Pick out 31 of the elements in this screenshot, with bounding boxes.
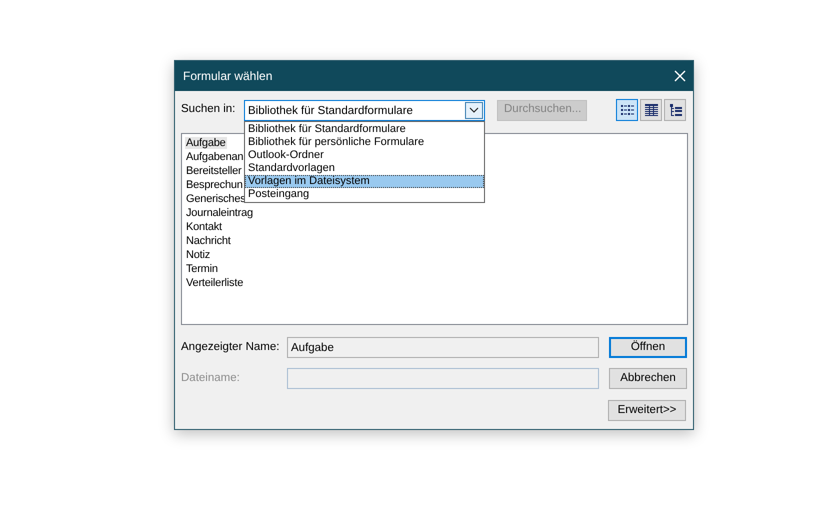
search-in-label: Suchen in: [181,102,236,118]
display-name-field[interactable]: Aufgabe [287,337,599,358]
list-view-icon[interactable] [616,99,638,121]
dropdown-option[interactable]: Posteingang [245,188,484,200]
form-list-item[interactable]: Kontakt [185,221,223,233]
open-button[interactable]: Öffnen [609,337,687,358]
dropdown-option[interactable]: Vorlagen im Dateisystem [245,174,484,188]
form-list-item[interactable]: Verteilerliste [185,277,244,289]
details-view-icon[interactable] [640,99,662,121]
dropdown-option[interactable]: Bibliothek für Standardformulare [245,122,484,136]
file-name-label: Dateiname: [181,370,241,386]
close-icon[interactable] [673,69,687,83]
dropdown-option[interactable]: Standardvorlagen [245,162,484,174]
form-list-item[interactable]: Aufgabe [185,137,227,149]
form-list-item[interactable]: Bereitsteller [185,165,242,177]
dropdown-option[interactable]: Outlook-Ordner [245,148,484,162]
form-list-item[interactable]: Journaleintrag [185,207,254,219]
display-name-label: Angezeigter Name: [181,340,280,355]
form-list-item[interactable]: Aufgabenan [185,151,244,163]
dropdown-option[interactable]: Bibliothek für persönliche Formulare [245,136,484,148]
form-list-item[interactable]: Notiz [185,249,212,261]
window-title: Formular wählen [183,68,272,85]
search-in-value: Bibliothek für Standardformulare [247,104,414,118]
form-list-item[interactable]: Generisches [185,193,247,205]
tree-view-icon[interactable] [664,99,686,121]
form-list-item[interactable]: Termin [185,263,219,275]
form-list-item[interactable]: Besprechun [185,179,244,191]
caret-icon[interactable] [465,102,483,118]
advanced-button[interactable]: Erweitert>> [608,400,686,421]
form-list-item[interactable]: Nachricht [185,235,232,247]
cancel-button[interactable]: Abbrechen [609,368,687,389]
